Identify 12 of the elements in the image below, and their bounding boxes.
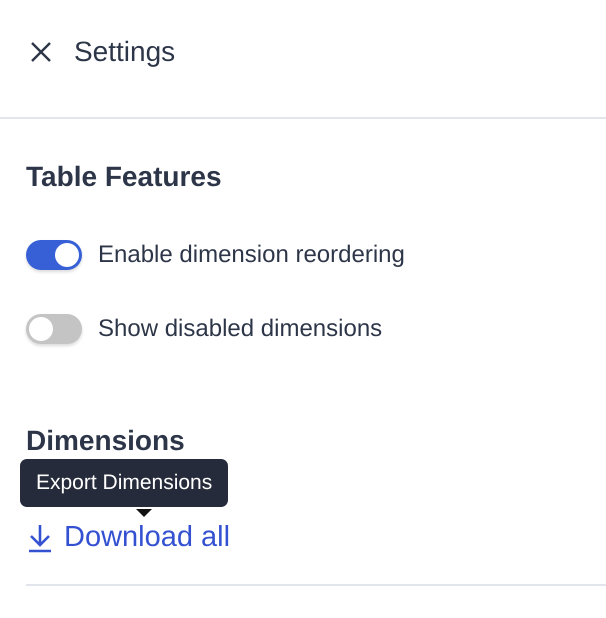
close-icon bbox=[30, 41, 52, 63]
tooltip-arrow bbox=[136, 509, 152, 518]
download-icon bbox=[26, 522, 54, 552]
download-link[interactable]: Download all bbox=[26, 521, 230, 554]
toggle-switch[interactable] bbox=[26, 240, 82, 270]
section-heading: Dimensions bbox=[26, 424, 186, 458]
toggle-label: Enable dimension reordering bbox=[98, 241, 405, 269]
section-heading: Table Features bbox=[26, 160, 223, 194]
panel-title: Settings bbox=[74, 35, 176, 69]
toggle-label: Show disabled dimensions bbox=[98, 315, 382, 343]
toggle-switch[interactable] bbox=[26, 314, 82, 344]
tooltip: Export Dimensions bbox=[20, 459, 228, 507]
